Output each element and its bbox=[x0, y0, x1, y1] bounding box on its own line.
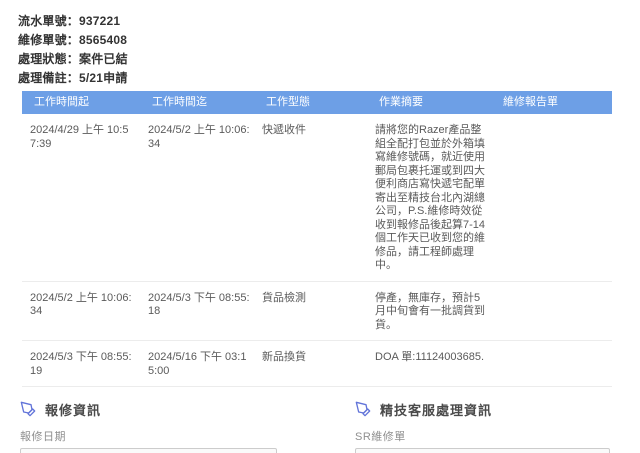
repair-report-cell bbox=[491, 281, 612, 341]
sr-number-input[interactable] bbox=[355, 448, 610, 453]
details-area: 報修資訊 報修日期 商品型號 精技客服處理資訊 SR維修單 品號 bbox=[20, 401, 640, 453]
summary-cell: DOA 單:11124003685. bbox=[367, 341, 491, 387]
serial-number-line: 流水單號：937221 bbox=[18, 12, 640, 31]
section-title-service-info: 精技客服處理資訊 bbox=[380, 400, 492, 419]
summary-cell: 停產，無庫存，預計5月中旬會有一批調貨到貨。 bbox=[367, 281, 491, 341]
table-header-row: 工作時間起 工作時間迄 工作型態 作業摘要 維修報告單 bbox=[22, 91, 612, 114]
section-repair-info: 報修資訊 報修日期 商品型號 bbox=[20, 401, 277, 453]
work-log-table: 工作時間起 工作時間迄 工作型態 作業摘要 維修報告單 2024/4/29 上午… bbox=[22, 91, 612, 387]
section-title-repair-info: 報修資訊 bbox=[45, 400, 101, 419]
repair-date-label: 報修日期 bbox=[20, 428, 277, 444]
sr-number-label: SR維修單 bbox=[355, 428, 610, 444]
repair-report-cell bbox=[491, 114, 612, 281]
section-service-info: 精技客服處理資訊 SR維修單 品號 bbox=[355, 401, 610, 453]
summary-cell: 請將您的Razer產品整組全配打包並於外箱填寫維修號碼，就近使用郵局包裹托運或到… bbox=[367, 114, 491, 281]
note-line: 處理備註：5/21申請 bbox=[18, 69, 640, 88]
work-start-cell: 2024/5/2 上午 10:06:34 bbox=[22, 281, 140, 341]
column-header-work-type: 工作型態 bbox=[254, 91, 367, 114]
column-header-summary: 作業摘要 bbox=[367, 91, 491, 114]
work-start-cell: 2024/5/3 下午 08:55:19 bbox=[22, 341, 140, 387]
table-row: 2024/5/3 下午 08:55:19 2024/5/16 下午 03:15:… bbox=[22, 341, 612, 387]
column-header-work-start: 工作時間起 bbox=[22, 91, 140, 114]
order-info-block: 流水單號：937221 維修單號：8565408 處理狀態：案件已結 處理備註：… bbox=[0, 0, 640, 88]
pen-icon bbox=[355, 401, 371, 417]
table-row: 2024/4/29 上午 10:57:39 2024/5/2 上午 10:06:… bbox=[22, 114, 612, 281]
work-end-cell: 2024/5/16 下午 03:15:00 bbox=[140, 341, 254, 387]
pen-icon bbox=[20, 401, 36, 417]
repair-report-cell bbox=[491, 341, 612, 387]
repair-date-input[interactable] bbox=[20, 448, 277, 453]
work-type-cell: 新品換貨 bbox=[254, 341, 367, 387]
work-type-cell: 快遞收件 bbox=[254, 114, 367, 281]
column-header-work-end: 工作時間迄 bbox=[140, 91, 254, 114]
work-type-cell: 貨品檢測 bbox=[254, 281, 367, 341]
repair-number-line: 維修單號：8565408 bbox=[18, 31, 640, 50]
table-row: 2024/5/2 上午 10:06:34 2024/5/3 下午 08:55:1… bbox=[22, 281, 612, 341]
work-end-cell: 2024/5/2 上午 10:06:34 bbox=[140, 114, 254, 281]
work-start-cell: 2024/4/29 上午 10:57:39 bbox=[22, 114, 140, 281]
status-line: 處理狀態：案件已結 bbox=[18, 50, 640, 69]
work-end-cell: 2024/5/3 下午 08:55:18 bbox=[140, 281, 254, 341]
column-header-repair-report: 維修報告單 bbox=[491, 91, 612, 114]
